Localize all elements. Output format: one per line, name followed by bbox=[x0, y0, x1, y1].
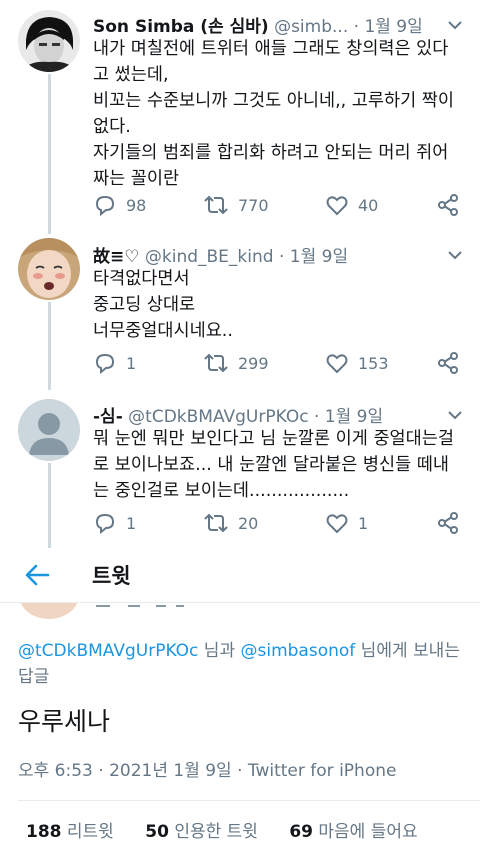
reply-count: 1 bbox=[126, 353, 137, 373]
like-button[interactable]: 153 bbox=[325, 351, 389, 375]
chevron-down-icon[interactable] bbox=[446, 246, 464, 264]
page-title: 트윗 bbox=[92, 564, 131, 588]
share-button[interactable] bbox=[437, 351, 459, 375]
heart-icon bbox=[326, 354, 348, 374]
tweet-3[interactable]: -심- @tCDkBMAVgUrPKOc · 1월 9일 뭐 눈엔 뭐만 보인다… bbox=[0, 390, 480, 548]
hidden-tweet-peek bbox=[0, 602, 480, 630]
reply-icon bbox=[95, 353, 115, 375]
retweet-count: 299 bbox=[238, 353, 269, 373]
reply-icon bbox=[95, 195, 115, 217]
display-name[interactable]: Son Simba (손 심바) bbox=[93, 17, 269, 37]
tweet-header: 故≡♡ @kind_BE_kind · 1월 9일 bbox=[93, 242, 348, 267]
retweet-count: 20 bbox=[238, 513, 259, 533]
retweets-stat-label: 리트윗 bbox=[66, 822, 114, 842]
share-icon bbox=[438, 512, 458, 534]
retweet-button[interactable]: 770 bbox=[203, 193, 269, 217]
retweet-button[interactable]: 299 bbox=[203, 351, 269, 375]
likes-stat[interactable]: 69 마음에 들어요 bbox=[289, 822, 417, 842]
tweet-2[interactable]: 故≡♡ @kind_BE_kind · 1월 9일 타격없다면서 중고딩 상대로… bbox=[0, 230, 480, 390]
reply-button[interactable]: 1 bbox=[93, 511, 136, 535]
reply-icon bbox=[95, 513, 115, 535]
quotes-stat[interactable]: 50 인용한 트윗 bbox=[145, 822, 258, 842]
tweet-header: Son Simba (손 심바) @simb... · 1월 9일 bbox=[93, 12, 423, 37]
avatar[interactable] bbox=[18, 399, 80, 461]
retweet-icon bbox=[204, 353, 228, 373]
tweet-main-text: 우루세나 bbox=[18, 707, 111, 736]
reply-context-text: 님과 bbox=[198, 641, 241, 661]
tweet-actions: 98 770 40 bbox=[93, 193, 465, 217]
retweets-stat[interactable]: 188 리트윗 bbox=[26, 822, 114, 842]
retweet-icon bbox=[204, 195, 228, 215]
handle[interactable]: @tCDkBMAVgUrPKOc bbox=[128, 407, 308, 427]
share-button[interactable] bbox=[437, 511, 459, 535]
like-count: 153 bbox=[358, 353, 389, 373]
retweet-count: 770 bbox=[238, 195, 269, 215]
tweet-date[interactable]: · 1월 9일 bbox=[354, 17, 423, 37]
like-button[interactable]: 40 bbox=[325, 193, 378, 217]
mention-link[interactable]: @tCDkBMAVgUrPKOc bbox=[18, 641, 198, 661]
mention-link[interactable]: @simbasonof bbox=[241, 641, 356, 661]
avatar[interactable] bbox=[18, 238, 80, 300]
divider bbox=[18, 800, 480, 801]
chevron-down-icon[interactable] bbox=[446, 406, 464, 424]
like-button[interactable]: 1 bbox=[325, 511, 368, 535]
reply-count: 98 bbox=[126, 195, 147, 215]
quotes-stat-label: 인용한 트윗 bbox=[174, 822, 258, 842]
retweet-button[interactable]: 20 bbox=[203, 511, 258, 535]
share-button[interactable] bbox=[437, 193, 459, 217]
tweet-header: -심- @tCDkBMAVgUrPKOc · 1월 9일 bbox=[93, 402, 383, 427]
heart-icon bbox=[326, 514, 348, 534]
share-icon bbox=[438, 352, 458, 374]
reply-button[interactable]: 98 bbox=[93, 193, 146, 217]
tweet-text: 타격없다면서 중고딩 상대로 너무중얼대시네요.. bbox=[93, 269, 233, 341]
like-count: 1 bbox=[358, 513, 369, 533]
share-icon bbox=[438, 194, 458, 216]
thread-line bbox=[48, 74, 51, 234]
reply-count: 1 bbox=[126, 513, 137, 533]
likes-stat-count: 69 bbox=[289, 822, 313, 842]
tweet-text: 내가 며칠전에 트위터 애들 그래도 창의력은 있다 고 썼는데, 비꼬는 수준… bbox=[93, 39, 454, 189]
handle[interactable]: @simb... bbox=[274, 17, 348, 37]
display-name[interactable]: -심- bbox=[93, 407, 123, 427]
top-bar: 트윗 bbox=[0, 548, 480, 602]
quotes-stat-count: 50 bbox=[145, 822, 169, 842]
tweet-date[interactable]: · 1월 9일 bbox=[279, 247, 348, 267]
heart-icon bbox=[326, 196, 348, 216]
back-arrow-icon[interactable] bbox=[24, 562, 50, 588]
thread-line bbox=[48, 302, 51, 390]
retweet-icon bbox=[204, 513, 228, 533]
tweet-text: 뭐 눈엔 뭐만 보인다고 님 눈깔론 이게 중얼대는걸 로 보이나보죠... 내… bbox=[93, 429, 454, 501]
reply-context: @tCDkBMAVgUrPKOc 님과 @simbasonof 님에게 보내는 … bbox=[18, 638, 468, 690]
display-name[interactable]: 故≡♡ bbox=[93, 247, 139, 267]
tweet-actions: 1 299 153 bbox=[93, 351, 465, 375]
likes-stat-label: 마음에 들어요 bbox=[318, 822, 418, 842]
chevron-down-icon[interactable] bbox=[446, 16, 464, 34]
handle[interactable]: @kind_BE_kind bbox=[145, 247, 274, 267]
retweets-stat-count: 188 bbox=[26, 822, 62, 842]
tweet-actions: 1 20 1 bbox=[93, 511, 465, 535]
avatar[interactable] bbox=[18, 10, 80, 72]
thread-line bbox=[48, 463, 51, 548]
reply-button[interactable]: 1 bbox=[93, 351, 136, 375]
tweet-1[interactable]: Son Simba (손 심바) @simb... · 1월 9일 내가 며칠전… bbox=[0, 0, 480, 234]
tweet-timestamp[interactable]: 오후 6:53 · 2021년 1월 9일 · Twitter for iPho… bbox=[18, 756, 396, 781]
tweet-stats: 188 리트윗 50 인용한 트윗 69 마음에 들어요 bbox=[26, 817, 444, 842]
like-count: 40 bbox=[358, 195, 379, 215]
tweet-date[interactable]: · 1월 9일 bbox=[314, 407, 383, 427]
